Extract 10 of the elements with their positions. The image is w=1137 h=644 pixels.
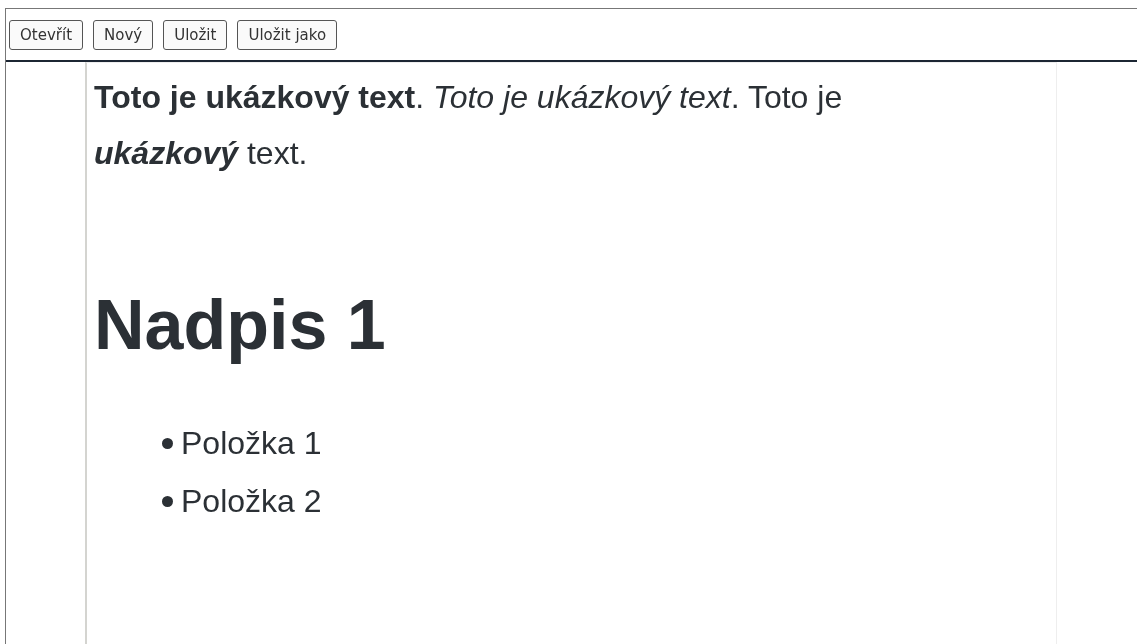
- toolbar-button[interactable]: Otevřít: [9, 20, 83, 50]
- list-item: Položka 1: [181, 424, 322, 463]
- list-item: Položka 2: [181, 482, 322, 521]
- paragraph: Toto je ukázkový text. Toto je ukázkový text. Toto je ukázkový text.: [94, 78, 844, 173]
- bullet-icon: [162, 495, 173, 507]
- toolbar-button[interactable]: Nový: [93, 20, 154, 50]
- heading: Nadpis 1: [94, 285, 387, 365]
- toolbar-button[interactable]: Uložit: [163, 20, 228, 50]
- toolbar-button[interactable]: Uložit jako: [237, 20, 338, 50]
- bullet-icon: [162, 437, 173, 449]
